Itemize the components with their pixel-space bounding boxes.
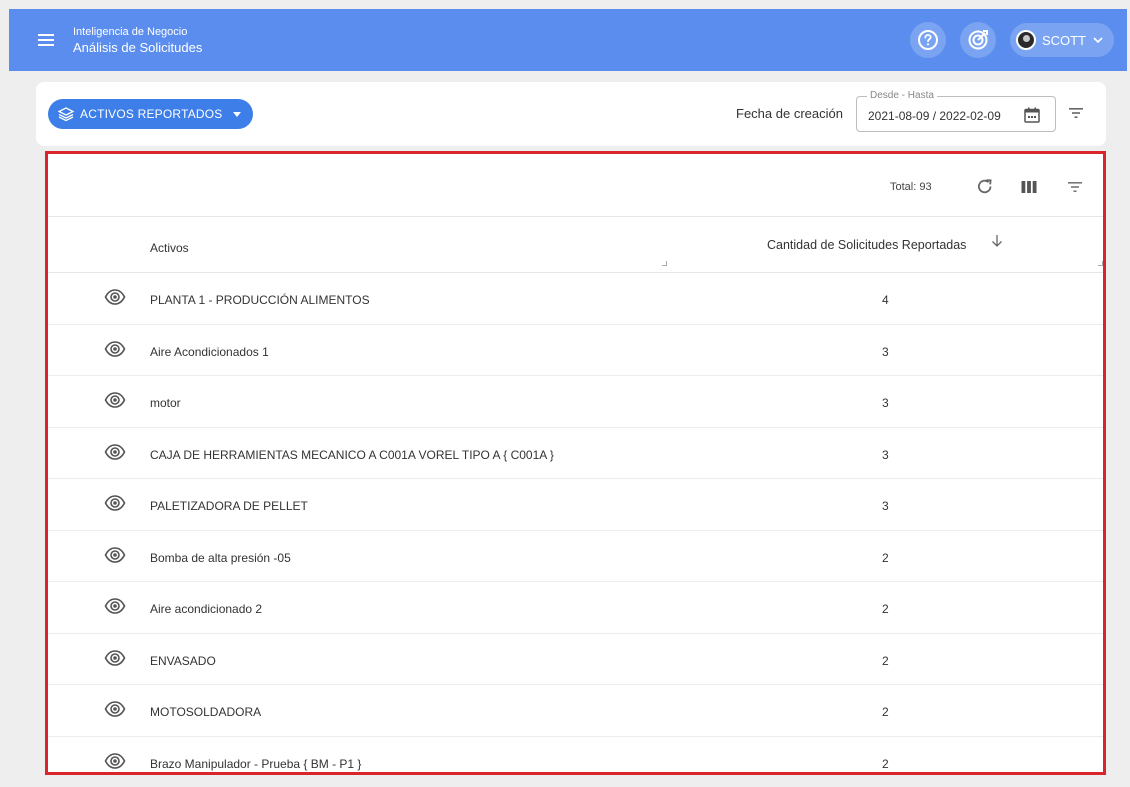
- help-icon: [917, 30, 938, 50]
- asset-name: CAJA DE HERRAMIENTAS MECANICO A C001A VO…: [150, 447, 554, 462]
- assets-button-label: ACTIVOS REPORTADOS: [80, 107, 223, 121]
- column-resize-handle[interactable]: [662, 261, 667, 266]
- request-count: 2: [882, 602, 889, 616]
- eye-icon[interactable]: [104, 649, 126, 667]
- table-header: Activos Cantidad de Solicitudes Reportad…: [48, 217, 1103, 273]
- request-count: 2: [882, 705, 889, 719]
- help-button[interactable]: [909, 22, 946, 58]
- date-range-legend: Desde - Hasta: [867, 90, 937, 101]
- table-body: PLANTA 1 - PRODUCCIÓN ALIMENTOS 4 Aire A…: [48, 273, 1103, 773]
- eye-icon[interactable]: [104, 443, 126, 461]
- table-toolbar: Total: 93: [48, 154, 1103, 217]
- asset-name: Brazo Manipulador - Prueba { BM - P1 }: [150, 756, 362, 771]
- columns-icon[interactable]: [1021, 180, 1037, 194]
- chevron-down-icon: [1093, 37, 1103, 44]
- asset-name: Aire Acondicionados 1: [150, 344, 269, 359]
- date-range-field[interactable]: Desde - Hasta 2021-08-09 / 2022-02-09: [856, 90, 1056, 132]
- request-count: 3: [882, 344, 889, 359]
- request-count: 3: [882, 447, 889, 462]
- column-header-activos[interactable]: Activos: [150, 241, 189, 255]
- asset-name: ENVASADO: [150, 653, 216, 668]
- table-row[interactable]: Aire Acondicionados 1 3: [48, 325, 1103, 376]
- filter-icon[interactable]: [1068, 107, 1084, 119]
- request-count: 2: [882, 550, 889, 565]
- filter-icon[interactable]: [1067, 181, 1083, 193]
- target-button[interactable]: [959, 22, 996, 58]
- total-count: Total: 93: [890, 181, 932, 193]
- request-count: 2: [882, 653, 889, 668]
- assets-table-card: Total: 93 Activos Cantidad de Solicitude…: [45, 151, 1106, 775]
- assets-dropdown-button[interactable]: ACTIVOS REPORTADOS: [48, 99, 253, 129]
- section-title: Inteligencia de Negocio: [73, 25, 188, 38]
- eye-icon[interactable]: [104, 597, 126, 615]
- eye-icon[interactable]: [104, 700, 126, 718]
- eye-icon[interactable]: [104, 340, 126, 358]
- asset-name: Aire acondicionado 2: [150, 602, 263, 616]
- page-titles: Inteligencia de Negocio Análisis de Soli…: [73, 25, 202, 56]
- caret-down-icon: [232, 111, 241, 117]
- table-row[interactable]: PALETIZADORA DE PELLET 3: [48, 479, 1103, 531]
- menu-button[interactable]: [25, 9, 67, 71]
- sort-down-icon[interactable]: [991, 234, 1003, 248]
- table-row[interactable]: PLANTA 1 - PRODUCCIÓN ALIMENTOS 4: [48, 273, 1103, 325]
- layers-icon: [58, 107, 74, 122]
- eye-icon[interactable]: [104, 546, 126, 564]
- date-range-value: 2021-08-09 / 2022-02-09: [868, 109, 1001, 123]
- asset-name: Bomba de alta presión -05: [150, 550, 291, 565]
- refresh-icon[interactable]: [976, 178, 994, 196]
- eye-icon[interactable]: [104, 752, 126, 770]
- asset-name: PLANTA 1 - PRODUCCIÓN ALIMENTOS: [150, 293, 370, 307]
- table-row[interactable]: Bomba de alta presión -05 2: [48, 531, 1103, 582]
- asset-name: motor: [150, 396, 181, 410]
- page-title: Análisis de Solicitudes: [73, 39, 203, 55]
- user-menu[interactable]: SCOTT: [1009, 23, 1114, 57]
- request-count: 2: [882, 756, 889, 771]
- user-name: SCOTT: [1041, 32, 1086, 48]
- creation-date-label: Fecha de creación: [736, 106, 843, 121]
- column-header-cantidad[interactable]: Cantidad de Solicitudes Reportadas: [767, 238, 966, 252]
- table-row[interactable]: Aire acondicionado 2 2: [48, 582, 1103, 634]
- asset-name: PALETIZADORA DE PELLET: [150, 499, 308, 513]
- table-row[interactable]: CAJA DE HERRAMIENTAS MECANICO A C001A VO…: [48, 428, 1103, 479]
- request-count: 4: [882, 293, 889, 307]
- menu-icon: [38, 34, 54, 46]
- table-row[interactable]: ENVASADO 2: [48, 634, 1103, 685]
- request-count: 3: [882, 499, 889, 513]
- request-count: 3: [882, 396, 889, 410]
- table-row[interactable]: motor 3: [48, 376, 1103, 428]
- target-icon: [968, 30, 988, 50]
- eye-icon[interactable]: [104, 288, 126, 306]
- avatar: [1015, 30, 1036, 50]
- filter-bar: ACTIVOS REPORTADOS Fecha de creación Des…: [36, 82, 1106, 146]
- column-resize-handle[interactable]: [1098, 261, 1103, 266]
- eye-icon[interactable]: [104, 494, 126, 512]
- table-row[interactable]: MOTOSOLDADORA 2: [48, 685, 1103, 737]
- table-row[interactable]: Brazo Manipulador - Prueba { BM - P1 } 2: [48, 737, 1103, 773]
- asset-name: MOTOSOLDADORA: [150, 705, 262, 719]
- calendar-icon[interactable]: [1023, 106, 1041, 124]
- app-bar: Inteligencia de Negocio Análisis de Soli…: [9, 9, 1127, 71]
- eye-icon[interactable]: [104, 391, 126, 409]
